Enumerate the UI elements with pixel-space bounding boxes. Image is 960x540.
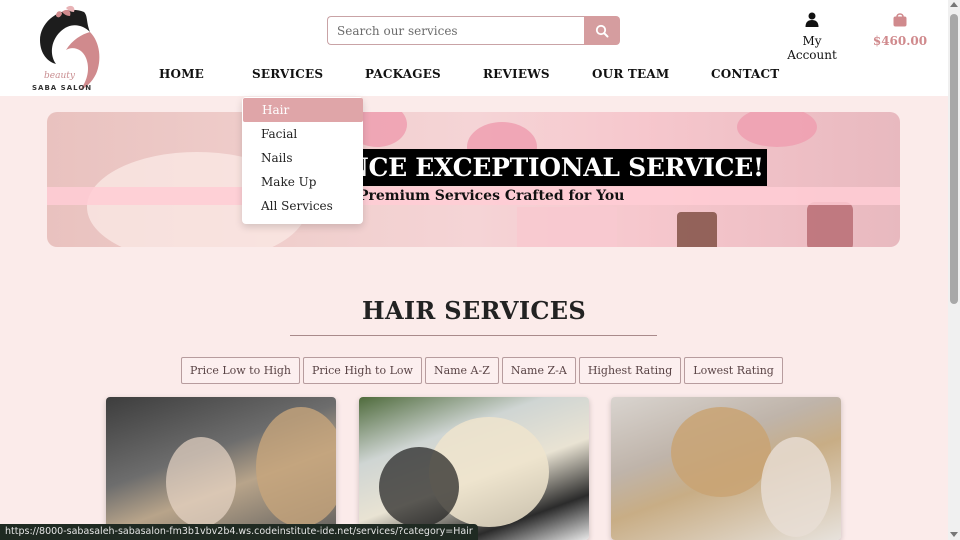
dropdown-item-facial[interactable]: Facial bbox=[242, 122, 363, 146]
sort-options: Price Low to High Price High to Low Name… bbox=[181, 357, 783, 384]
nav-our-team[interactable]: OUR TEAM bbox=[592, 67, 669, 81]
nav-home[interactable]: HOME bbox=[159, 67, 204, 81]
browser-status-url: https://8000-sabasaleh-sabasalon-fm3b1vb… bbox=[0, 524, 478, 540]
hero-banner: NCE EXCEPTIONAL SERVICE! Premium Service… bbox=[47, 112, 900, 247]
hero-bottle-image bbox=[807, 202, 853, 247]
sort-price-high-low-button[interactable]: Price High to Low bbox=[302, 357, 422, 384]
shopping-bag-icon bbox=[893, 13, 907, 27]
hero-bottle-image bbox=[677, 212, 717, 247]
services-dropdown: Hair Facial Nails Make Up All Services bbox=[242, 97, 363, 224]
nav-packages[interactable]: PACKAGES bbox=[365, 67, 441, 81]
my-account-label: My Account bbox=[787, 34, 837, 62]
hero-flower bbox=[737, 112, 817, 147]
scrollbar-thumb[interactable] bbox=[950, 14, 958, 304]
cart-total: $460.00 bbox=[872, 34, 928, 48]
card-photo-detail bbox=[256, 407, 336, 527]
svg-text:SABA SALON: SABA SALON bbox=[32, 84, 92, 92]
nav-contact[interactable]: CONTACT bbox=[711, 67, 779, 81]
card-photo-detail bbox=[166, 437, 236, 527]
search-bar bbox=[327, 16, 620, 45]
sort-highest-rating-button[interactable]: Highest Rating bbox=[578, 357, 682, 384]
scroll-down-arrow-icon[interactable] bbox=[950, 532, 958, 537]
dropdown-item-nails[interactable]: Nails bbox=[242, 146, 363, 170]
search-icon bbox=[595, 24, 609, 37]
dropdown-item-make-up[interactable]: Make Up bbox=[242, 170, 363, 194]
site-header: beauty SABA SALON My Account $460.00 HOM… bbox=[0, 0, 948, 96]
dropdown-item-hair[interactable]: Hair bbox=[243, 98, 363, 122]
nav-reviews[interactable]: REVIEWS bbox=[483, 67, 550, 81]
page-title: HAIR SERVICES bbox=[361, 296, 586, 325]
dropdown-item-all-services[interactable]: All Services bbox=[242, 194, 363, 218]
card-photo-detail bbox=[761, 437, 831, 537]
saba-salon-logo[interactable]: beauty SABA SALON bbox=[26, 2, 118, 94]
card-photo-detail bbox=[671, 407, 771, 497]
sort-name-a-z-button[interactable]: Name A-Z bbox=[424, 357, 499, 384]
user-icon bbox=[805, 12, 819, 27]
service-card-updo-image[interactable] bbox=[611, 397, 841, 540]
search-input[interactable] bbox=[327, 16, 584, 45]
sort-lowest-rating-button[interactable]: Lowest Rating bbox=[684, 357, 783, 384]
nav-services[interactable]: SERVICES bbox=[252, 67, 323, 81]
hero-subheading-row: Premium Services Crafted for You bbox=[47, 187, 900, 205]
search-button[interactable] bbox=[584, 16, 620, 45]
sort-price-low-high-button[interactable]: Price Low to High bbox=[181, 357, 300, 384]
hero-subheading: Premium Services Crafted for You bbox=[358, 188, 625, 204]
logo-graphic: beauty SABA SALON bbox=[32, 5, 100, 92]
sort-name-z-a-button[interactable]: Name Z-A bbox=[501, 357, 576, 384]
my-account-link[interactable]: My Account bbox=[776, 12, 848, 62]
service-card-haircut-image[interactable] bbox=[106, 397, 336, 540]
service-card-hair-color-image[interactable] bbox=[359, 397, 589, 540]
hero-candle-image bbox=[517, 207, 617, 247]
scroll-up-arrow-icon[interactable] bbox=[950, 2, 958, 7]
hero-heading: NCE EXCEPTIONAL SERVICE! bbox=[343, 149, 767, 186]
card-photo-detail bbox=[379, 447, 459, 527]
shopping-bag-link[interactable]: $460.00 bbox=[872, 12, 928, 48]
title-divider bbox=[290, 335, 657, 336]
svg-text:beauty: beauty bbox=[44, 71, 76, 81]
page-scrollbar[interactable] bbox=[948, 0, 960, 540]
